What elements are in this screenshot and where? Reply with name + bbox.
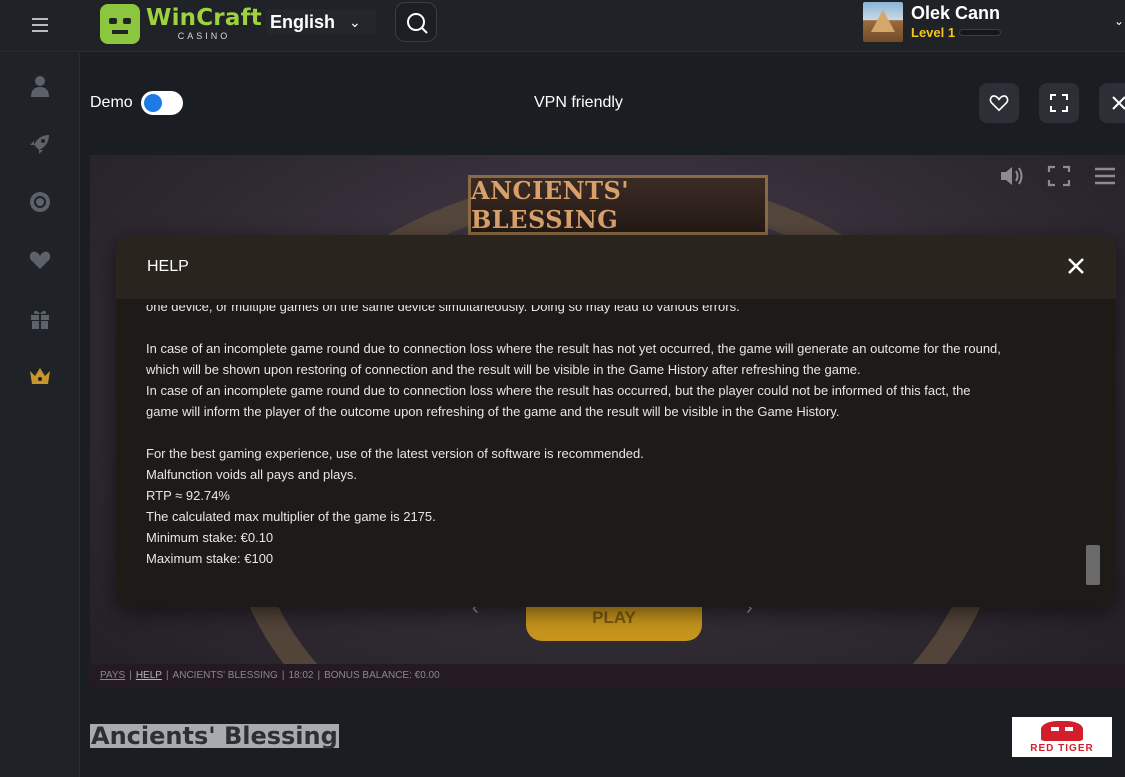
sidebar: [0, 53, 80, 777]
status-game-name: ANCIENTS' BLESSING: [172, 670, 278, 681]
help-text: one device, or multiple games on the sam…: [146, 305, 1076, 595]
vpn-friendly-label: VPN friendly: [534, 94, 623, 111]
help-line: game will inform the player of the outco…: [146, 404, 840, 419]
top-bar: WinCraft CASINO English ⌄ Olek Cann Leve…: [0, 0, 1125, 52]
game-frame[interactable]: ANCIENTS' BLESSING ‹ PLAY › PAYS | HELP …: [90, 155, 1125, 687]
game-title-text: ANCIENTS' BLESSING: [471, 176, 630, 234]
help-line: one device, or multiple games on the sam…: [146, 305, 740, 314]
avatar[interactable]: [863, 2, 903, 42]
gift-icon[interactable]: [28, 306, 52, 330]
main-content: Demo VPN friendly ANCIENTS' BLESSING ‹ P…: [81, 53, 1125, 777]
help-line: For the best gaming experience, use of t…: [146, 446, 644, 461]
demo-toggle[interactable]: [140, 91, 183, 115]
user-name: Olek Cann: [911, 3, 1001, 23]
fullscreen-button[interactable]: [1039, 83, 1079, 123]
search-button[interactable]: [395, 2, 437, 42]
red-tiger-icon: [1041, 720, 1083, 741]
provider-logo[interactable]: RED TIGER: [1012, 717, 1112, 757]
help-line: Minimum stake: €0.10: [146, 530, 274, 545]
status-separator: |: [129, 670, 132, 681]
close-icon: [1112, 96, 1125, 110]
hamburger-menu-icon[interactable]: [22, 12, 58, 38]
pays-link[interactable]: PAYS: [100, 670, 125, 681]
help-line: RTP ≈ 92.74%: [146, 488, 230, 503]
status-separator: |: [317, 670, 321, 681]
user-menu-chevron-icon[interactable]: ⌄: [1114, 14, 1124, 28]
goblin-logo-icon: [100, 4, 140, 44]
help-dialog: HELP one device, or multiple games on th…: [116, 235, 1116, 607]
language-select[interactable]: English ⌄: [266, 9, 376, 35]
fullscreen-icon: [1050, 94, 1068, 112]
status-time: 18:02: [288, 670, 314, 681]
help-link[interactable]: HELP: [136, 670, 162, 681]
close-game-button[interactable]: [1099, 83, 1125, 123]
status-separator: |: [165, 670, 169, 681]
help-header: HELP: [116, 235, 1116, 299]
logo-sub: CASINO: [177, 31, 231, 41]
rocket-icon[interactable]: [28, 132, 52, 156]
help-scrollbar[interactable]: [1086, 545, 1100, 585]
help-line: Maximum stake: €100: [146, 551, 274, 566]
user-profile[interactable]: Olek Cann Level 1: [863, 2, 1002, 42]
game-name-heading: Ancients' Blessing: [90, 722, 339, 750]
demo-toggle-row: Demo: [90, 91, 183, 115]
sound-icon[interactable]: [999, 165, 1025, 187]
help-line: In case of an incomplete game round due …: [146, 341, 1001, 356]
heart-outline-icon: [989, 95, 1009, 112]
search-icon: [407, 13, 428, 34]
user-icon[interactable]: [28, 74, 52, 98]
chevron-down-icon: ⌄: [349, 13, 361, 30]
logo-name: WinCraft: [146, 5, 262, 31]
status-separator: |: [281, 670, 285, 681]
live-casino-icon[interactable]: [28, 190, 52, 214]
game-fullscreen-icon[interactable]: [1047, 165, 1071, 187]
status-bonus-balance: BONUS BALANCE: €0.00: [324, 670, 440, 681]
help-title: HELP: [147, 258, 189, 275]
help-line: The calculated max multiplier of the gam…: [146, 509, 436, 524]
help-line: In case of an incomplete game round due …: [146, 383, 971, 398]
game-tools: [999, 165, 1125, 187]
favorite-button[interactable]: [979, 83, 1019, 123]
wincraft-logo[interactable]: WinCraft CASINO: [100, 2, 262, 46]
help-line: Malfunction voids all pays and plays.: [146, 467, 358, 482]
user-level: Level 1: [911, 25, 956, 40]
game-status-bar: PAYS | HELP | ANCIENTS' BLESSING | 18:02…: [90, 664, 1125, 687]
language-label: English: [270, 11, 336, 32]
game-title-plate: ANCIENTS' BLESSING: [468, 175, 768, 235]
close-icon[interactable]: [1066, 256, 1086, 276]
provider-name: RED TIGER: [1030, 742, 1094, 754]
crown-icon[interactable]: [28, 364, 52, 388]
heart-icon[interactable]: [28, 248, 52, 272]
demo-label: Demo: [90, 94, 133, 111]
help-line: which will be shown upon restoring of co…: [146, 362, 861, 377]
level-progress-bar: [959, 29, 1002, 36]
game-menu-icon[interactable]: [1093, 165, 1117, 187]
